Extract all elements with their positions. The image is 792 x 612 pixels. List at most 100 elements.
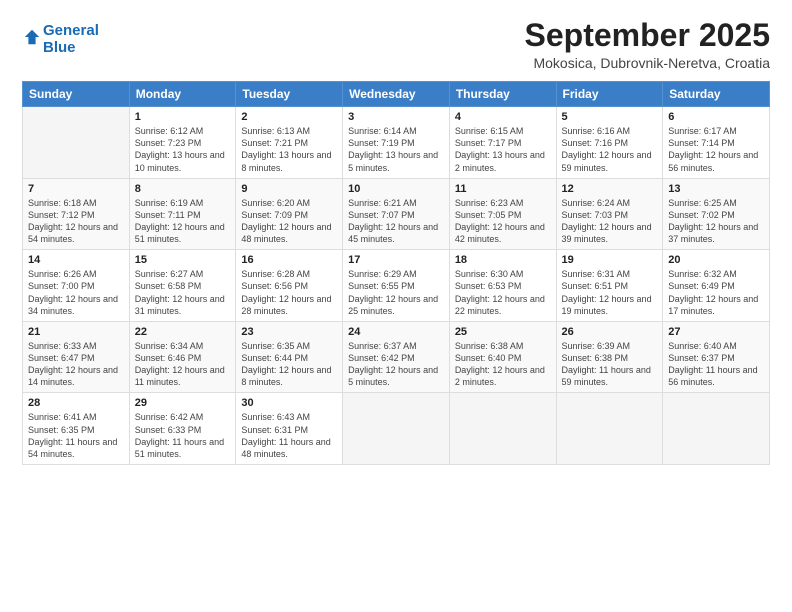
calendar-week-4: 21 Sunrise: 6:33 AMSunset: 6:47 PMDaylig… [23, 321, 770, 393]
day-number: 28 [28, 397, 124, 409]
cell-info: Sunrise: 6:28 AMSunset: 6:56 PMDaylight:… [241, 268, 337, 317]
calendar-cell: 26 Sunrise: 6:39 AMSunset: 6:38 PMDaylig… [556, 321, 663, 393]
calendar-cell: 21 Sunrise: 6:33 AMSunset: 6:47 PMDaylig… [23, 321, 130, 393]
col-saturday: Saturday [663, 82, 770, 107]
col-wednesday: Wednesday [343, 82, 450, 107]
day-number: 23 [241, 326, 337, 338]
day-number: 24 [348, 326, 444, 338]
cell-info: Sunrise: 6:33 AMSunset: 6:47 PMDaylight:… [28, 340, 124, 389]
day-number: 27 [668, 326, 764, 338]
day-number: 29 [135, 397, 231, 409]
col-sunday: Sunday [23, 82, 130, 107]
calendar-cell: 1 Sunrise: 6:12 AMSunset: 7:23 PMDayligh… [129, 107, 236, 179]
calendar-cell: 14 Sunrise: 6:26 AMSunset: 7:00 PMDaylig… [23, 250, 130, 322]
calendar-cell: 4 Sunrise: 6:15 AMSunset: 7:17 PMDayligh… [449, 107, 556, 179]
cell-info: Sunrise: 6:27 AMSunset: 6:58 PMDaylight:… [135, 268, 231, 317]
col-thursday: Thursday [449, 82, 556, 107]
calendar-cell: 12 Sunrise: 6:24 AMSunset: 7:03 PMDaylig… [556, 178, 663, 250]
day-number: 2 [241, 111, 337, 123]
calendar-cell: 25 Sunrise: 6:38 AMSunset: 6:40 PMDaylig… [449, 321, 556, 393]
cell-info: Sunrise: 6:23 AMSunset: 7:05 PMDaylight:… [455, 197, 551, 246]
day-number: 22 [135, 326, 231, 338]
calendar-cell: 11 Sunrise: 6:23 AMSunset: 7:05 PMDaylig… [449, 178, 556, 250]
calendar-week-1: 1 Sunrise: 6:12 AMSunset: 7:23 PMDayligh… [23, 107, 770, 179]
day-number: 18 [455, 254, 551, 266]
cell-info: Sunrise: 6:12 AMSunset: 7:23 PMDaylight:… [135, 125, 231, 174]
calendar-week-3: 14 Sunrise: 6:26 AMSunset: 7:00 PMDaylig… [23, 250, 770, 322]
calendar-table: Sunday Monday Tuesday Wednesday Thursday… [22, 81, 770, 465]
cell-info: Sunrise: 6:24 AMSunset: 7:03 PMDaylight:… [562, 197, 658, 246]
cell-info: Sunrise: 6:40 AMSunset: 6:37 PMDaylight:… [668, 340, 764, 389]
calendar-cell [343, 393, 450, 465]
cell-info: Sunrise: 6:32 AMSunset: 6:49 PMDaylight:… [668, 268, 764, 317]
logo-icon [23, 28, 41, 46]
calendar-cell: 16 Sunrise: 6:28 AMSunset: 6:56 PMDaylig… [236, 250, 343, 322]
calendar-cell: 27 Sunrise: 6:40 AMSunset: 6:37 PMDaylig… [663, 321, 770, 393]
calendar-cell: 19 Sunrise: 6:31 AMSunset: 6:51 PMDaylig… [556, 250, 663, 322]
calendar-header-row: Sunday Monday Tuesday Wednesday Thursday… [23, 82, 770, 107]
cell-info: Sunrise: 6:35 AMSunset: 6:44 PMDaylight:… [241, 340, 337, 389]
calendar-cell [449, 393, 556, 465]
calendar-cell: 23 Sunrise: 6:35 AMSunset: 6:44 PMDaylig… [236, 321, 343, 393]
calendar-cell: 9 Sunrise: 6:20 AMSunset: 7:09 PMDayligh… [236, 178, 343, 250]
cell-info: Sunrise: 6:34 AMSunset: 6:46 PMDaylight:… [135, 340, 231, 389]
day-number: 13 [668, 183, 764, 195]
calendar-cell: 20 Sunrise: 6:32 AMSunset: 6:49 PMDaylig… [663, 250, 770, 322]
calendar-cell: 2 Sunrise: 6:13 AMSunset: 7:21 PMDayligh… [236, 107, 343, 179]
day-number: 4 [455, 111, 551, 123]
page: General Blue September 2025 Mokosica, Du… [0, 0, 792, 612]
day-number: 19 [562, 254, 658, 266]
cell-info: Sunrise: 6:30 AMSunset: 6:53 PMDaylight:… [455, 268, 551, 317]
calendar-cell [23, 107, 130, 179]
day-number: 5 [562, 111, 658, 123]
calendar-cell: 5 Sunrise: 6:16 AMSunset: 7:16 PMDayligh… [556, 107, 663, 179]
calendar-subtitle: Mokosica, Dubrovnik-Neretva, Croatia [525, 55, 770, 71]
calendar-week-5: 28 Sunrise: 6:41 AMSunset: 6:35 PMDaylig… [23, 393, 770, 465]
calendar-cell: 3 Sunrise: 6:14 AMSunset: 7:19 PMDayligh… [343, 107, 450, 179]
cell-info: Sunrise: 6:14 AMSunset: 7:19 PMDaylight:… [348, 125, 444, 174]
cell-info: Sunrise: 6:16 AMSunset: 7:16 PMDaylight:… [562, 125, 658, 174]
cell-info: Sunrise: 6:31 AMSunset: 6:51 PMDaylight:… [562, 268, 658, 317]
day-number: 17 [348, 254, 444, 266]
cell-info: Sunrise: 6:37 AMSunset: 6:42 PMDaylight:… [348, 340, 444, 389]
day-number: 26 [562, 326, 658, 338]
day-number: 12 [562, 183, 658, 195]
day-number: 25 [455, 326, 551, 338]
calendar-cell [663, 393, 770, 465]
col-tuesday: Tuesday [236, 82, 343, 107]
calendar-cell: 7 Sunrise: 6:18 AMSunset: 7:12 PMDayligh… [23, 178, 130, 250]
calendar-cell: 18 Sunrise: 6:30 AMSunset: 6:53 PMDaylig… [449, 250, 556, 322]
day-number: 10 [348, 183, 444, 195]
day-number: 8 [135, 183, 231, 195]
cell-info: Sunrise: 6:25 AMSunset: 7:02 PMDaylight:… [668, 197, 764, 246]
cell-info: Sunrise: 6:41 AMSunset: 6:35 PMDaylight:… [28, 411, 124, 460]
cell-info: Sunrise: 6:17 AMSunset: 7:14 PMDaylight:… [668, 125, 764, 174]
day-number: 14 [28, 254, 124, 266]
cell-info: Sunrise: 6:39 AMSunset: 6:38 PMDaylight:… [562, 340, 658, 389]
calendar-week-2: 7 Sunrise: 6:18 AMSunset: 7:12 PMDayligh… [23, 178, 770, 250]
cell-info: Sunrise: 6:13 AMSunset: 7:21 PMDaylight:… [241, 125, 337, 174]
cell-info: Sunrise: 6:18 AMSunset: 7:12 PMDaylight:… [28, 197, 124, 246]
cell-info: Sunrise: 6:19 AMSunset: 7:11 PMDaylight:… [135, 197, 231, 246]
cell-info: Sunrise: 6:43 AMSunset: 6:31 PMDaylight:… [241, 411, 337, 460]
day-number: 6 [668, 111, 764, 123]
calendar-cell: 24 Sunrise: 6:37 AMSunset: 6:42 PMDaylig… [343, 321, 450, 393]
cell-info: Sunrise: 6:15 AMSunset: 7:17 PMDaylight:… [455, 125, 551, 174]
title-block: September 2025 Mokosica, Dubrovnik-Neret… [525, 18, 770, 71]
day-number: 15 [135, 254, 231, 266]
cell-info: Sunrise: 6:21 AMSunset: 7:07 PMDaylight:… [348, 197, 444, 246]
calendar-cell [556, 393, 663, 465]
day-number: 30 [241, 397, 337, 409]
calendar-cell: 17 Sunrise: 6:29 AMSunset: 6:55 PMDaylig… [343, 250, 450, 322]
day-number: 7 [28, 183, 124, 195]
day-number: 20 [668, 254, 764, 266]
calendar-cell: 22 Sunrise: 6:34 AMSunset: 6:46 PMDaylig… [129, 321, 236, 393]
cell-info: Sunrise: 6:26 AMSunset: 7:00 PMDaylight:… [28, 268, 124, 317]
day-number: 11 [455, 183, 551, 195]
calendar-cell: 8 Sunrise: 6:19 AMSunset: 7:11 PMDayligh… [129, 178, 236, 250]
day-number: 16 [241, 254, 337, 266]
cell-info: Sunrise: 6:29 AMSunset: 6:55 PMDaylight:… [348, 268, 444, 317]
day-number: 21 [28, 326, 124, 338]
cell-info: Sunrise: 6:42 AMSunset: 6:33 PMDaylight:… [135, 411, 231, 460]
col-friday: Friday [556, 82, 663, 107]
